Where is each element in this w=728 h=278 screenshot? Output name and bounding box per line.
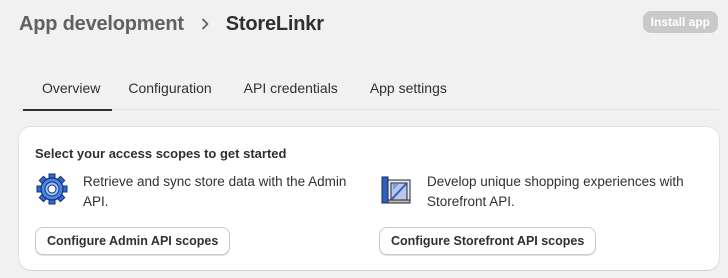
card-title: Select your access scopes to get started bbox=[35, 146, 287, 161]
tab-api-credentials[interactable]: API credentials bbox=[228, 70, 354, 106]
storefront-api-section: Develop unique shopping experiences with… bbox=[379, 172, 709, 212]
tab-configuration[interactable]: Configuration bbox=[112, 70, 227, 106]
configure-admin-api-scopes-button[interactable]: Configure Admin API scopes bbox=[35, 227, 231, 255]
admin-api-section: Retrieve and sync store data with the Ad… bbox=[35, 172, 365, 212]
page-title: StoreLinkr bbox=[225, 12, 324, 35]
tab-overview[interactable]: Overview bbox=[19, 70, 113, 111]
tab-bar: Overview Configuration API credentials A… bbox=[19, 70, 719, 111]
gear-icon bbox=[35, 172, 69, 206]
configure-storefront-api-scopes-button[interactable]: Configure Storefront API scopes bbox=[379, 227, 597, 255]
storefront-icon bbox=[379, 172, 413, 206]
install-app-button[interactable]: Install app bbox=[642, 11, 718, 33]
chevron-right-icon bbox=[198, 17, 212, 31]
storefront-api-description: Develop unique shopping experiences with… bbox=[427, 174, 684, 209]
tab-app-settings[interactable]: App settings bbox=[354, 70, 463, 106]
breadcrumb-parent[interactable]: App development bbox=[19, 13, 184, 36]
app-page: App development StoreLinkr Install app O… bbox=[0, 0, 728, 278]
access-scopes-card: Select your access scopes to get started bbox=[19, 127, 719, 270]
page-header: App development StoreLinkr Install app bbox=[19, 10, 718, 38]
admin-api-description: Retrieve and sync store data with the Ad… bbox=[83, 174, 347, 209]
